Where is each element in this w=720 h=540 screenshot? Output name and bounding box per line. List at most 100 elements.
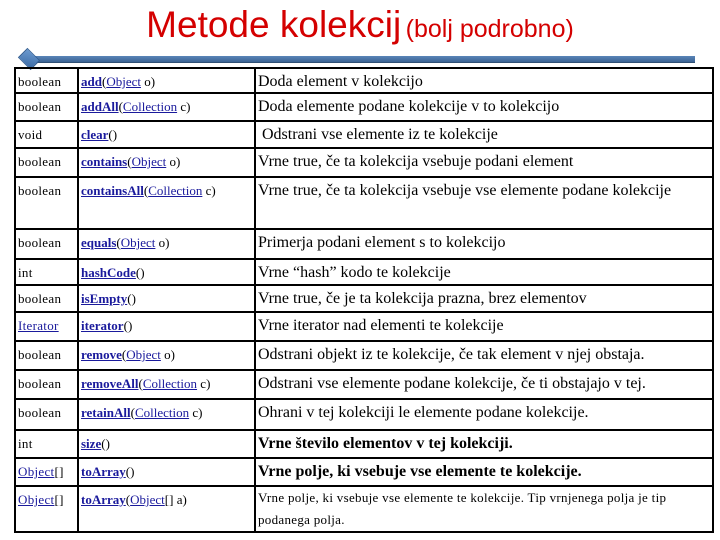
return-type-cell: Object[]	[14, 485, 79, 533]
method-row: boolean add(Object o) Doda element v kolek…	[14, 67, 714, 94]
param-type-link[interactable]: Collection	[148, 183, 202, 198]
method-signature-cell: size()	[77, 429, 256, 459]
param-type-link[interactable]: Object	[106, 74, 141, 89]
method-name-link[interactable]: contains	[81, 154, 127, 169]
method-name-link[interactable]: toArray	[81, 464, 126, 479]
method-name-link[interactable]: toArray	[81, 492, 126, 507]
param-type-link[interactable]: Collection	[135, 405, 189, 420]
method-row: int hashCode() Vrne “hash” kodo te kolekci…	[14, 258, 714, 286]
param-type-link[interactable]: Collection	[143, 376, 197, 391]
param-name: c	[200, 376, 207, 391]
return-type: boolean	[18, 376, 62, 391]
return-type-cell: void	[14, 120, 79, 149]
method-description: Vrne polje, ki vsebuje vse elemente te k…	[254, 457, 714, 487]
method-name-link[interactable]: remove	[81, 347, 122, 362]
method-name-link[interactable]: size	[81, 436, 101, 451]
return-type-cell: boolean	[14, 92, 79, 122]
return-type-link[interactable]: Object	[18, 492, 54, 507]
param-name: o	[158, 235, 166, 250]
param-name: c	[205, 183, 212, 198]
method-name-link[interactable]: hashCode	[81, 265, 136, 280]
method-row: boolean equals(Object o) Primerja podani e…	[14, 228, 714, 260]
method-name-link[interactable]: addAll	[81, 99, 119, 114]
param-name: o	[144, 74, 151, 89]
method-description: Vrne true, če ta kolekcija vsebuje vse e…	[254, 176, 714, 230]
method-signature-cell: add(Object o)	[77, 67, 256, 94]
method-signature-cell: retainAll(Collection c)	[77, 398, 256, 431]
method-signature-cell: clear()	[77, 120, 256, 149]
return-type-cell: boolean	[14, 284, 79, 313]
method-signature-cell: hashCode()	[77, 258, 256, 286]
method-name-link[interactable]: retainAll	[81, 405, 131, 420]
param-type-link[interactable]: Object	[126, 347, 161, 362]
method-name-link[interactable]: isEmpty	[81, 291, 127, 306]
method-description: Vrne iterator nad elementi te kolekcije	[254, 311, 714, 342]
collection-methods-table: boolean add(Object o) Doda element v kolek…	[14, 67, 714, 533]
return-type: boolean	[18, 99, 62, 114]
method-row: boolean retainAll(Collection c) Ohrani v t…	[14, 398, 714, 431]
return-type: boolean	[18, 235, 62, 250]
param-name: c	[192, 405, 199, 420]
return-type: int	[18, 265, 33, 280]
param-type-link[interactable]: Object	[132, 154, 167, 169]
method-description: Odstrani vse elemente iz te kolekcije	[254, 120, 714, 149]
method-name-link[interactable]: removeAll	[81, 376, 139, 391]
method-signature-cell: toArray(Object[] a)	[77, 485, 256, 533]
method-signature-cell: isEmpty()	[77, 284, 256, 313]
method-name-link[interactable]: iterator	[81, 318, 124, 333]
method-signature-cell: containsAll(Collection c)	[77, 176, 256, 230]
method-signature-cell: toArray()	[77, 457, 256, 487]
return-type-cell: int	[14, 429, 79, 459]
return-type-cell: boolean	[14, 176, 79, 230]
return-type: void	[18, 127, 43, 142]
param-name: o	[169, 154, 176, 169]
return-type: boolean	[18, 183, 62, 198]
return-type-cell: boolean	[14, 67, 79, 94]
method-description: Vrne true, če ta kolekcija vsebuje podan…	[254, 147, 714, 178]
method-description: Primerja podani element s to kolekcijo	[254, 228, 714, 260]
param-type-link[interactable]: Object	[121, 235, 156, 250]
method-description: Doda elemente podane kolekcije v to kole…	[254, 92, 714, 122]
return-type-cell: boolean	[14, 147, 79, 178]
method-name-link[interactable]: add	[81, 74, 102, 89]
method-signature-cell: addAll(Collection c)	[77, 92, 256, 122]
method-signature-cell: remove(Object o)	[77, 340, 256, 371]
method-signature-cell: removeAll(Collection c)	[77, 369, 256, 400]
return-type-link[interactable]: Object	[18, 464, 54, 479]
method-description: Ohrani v tej kolekciji le elemente podan…	[254, 398, 714, 431]
title-main: Metode kolekcij	[146, 4, 402, 45]
return-type: boolean	[18, 74, 62, 89]
method-row: boolean isEmpty() Vrne true, če je ta kole…	[14, 284, 714, 313]
method-description: Odstrani objekt iz te kolekcije, če tak …	[254, 340, 714, 371]
method-description: Odstrani vse elemente podane kolekcije, …	[254, 369, 714, 400]
method-row: boolean addAll(Collection c) Doda elemente…	[14, 92, 714, 122]
return-type: boolean	[18, 154, 62, 169]
param-name: a	[176, 492, 183, 507]
param-type-link[interactable]: Collection	[123, 99, 177, 114]
return-type: int	[18, 436, 33, 451]
method-row: boolean removeAll(Collection c) Odstrani v…	[14, 369, 714, 400]
return-type: boolean	[18, 405, 62, 420]
return-type-cell: Object[]	[14, 457, 79, 487]
slide-title: Metode kolekcij (bolj podrobno)	[0, 4, 720, 46]
method-name-link[interactable]: containsAll	[81, 183, 144, 198]
method-name-link[interactable]: equals	[81, 235, 116, 250]
return-type-cell: boolean	[14, 398, 79, 431]
title-subtitle: (bolj podrobno)	[405, 15, 574, 43]
method-row: int size() Vrne število elementov v tej ko…	[14, 429, 714, 459]
method-signature-cell: iterator()	[77, 311, 256, 342]
return-type-cell: int	[14, 258, 79, 286]
return-type-cell: boolean	[14, 340, 79, 371]
method-row: boolean contains(Object o) Vrne true, če t…	[14, 147, 714, 178]
method-row: Iterator iterator() Vrne iterator nad elem…	[14, 311, 714, 342]
return-type-link[interactable]: Iterator	[18, 318, 59, 333]
return-type: boolean	[18, 347, 62, 362]
method-signature-cell: contains(Object o)	[77, 147, 256, 178]
method-description: Doda element v kolekcijo	[254, 67, 714, 94]
method-name-link[interactable]: clear	[81, 127, 108, 142]
method-description: Vrne število elementov v tej kolekciji.	[254, 429, 714, 459]
method-row: boolean containsAll(Collection c) Vrne tru…	[14, 176, 714, 230]
method-row: Object[] toArray(Object[] a) Vrne polje, k…	[14, 485, 714, 533]
method-signature-cell: equals(Object o)	[77, 228, 256, 260]
param-type-link[interactable]: Object	[130, 492, 165, 507]
